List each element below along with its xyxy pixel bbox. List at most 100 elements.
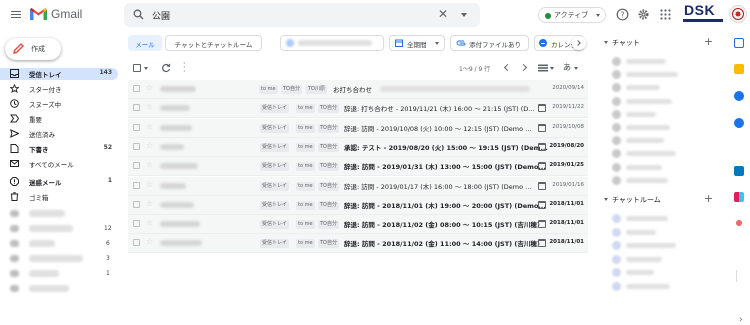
label-chip[interactable]: to me xyxy=(296,162,315,172)
sidebar-item[interactable]: 受信トレイ 143 xyxy=(0,68,118,80)
sidebar-item[interactable]: 重要 xyxy=(0,113,118,125)
input-tools-chevron-icon[interactable] xyxy=(574,67,578,70)
tasks-addon-icon[interactable] xyxy=(734,91,744,101)
row-checkbox[interactable] xyxy=(133,239,140,247)
keep-addon-icon[interactable] xyxy=(734,64,744,74)
sidebar-item[interactable]: スヌーズ中 xyxy=(0,98,118,110)
label-chip[interactable]: to me xyxy=(296,239,315,249)
search-bar[interactable]: 公園 ✕ xyxy=(124,3,480,27)
select-all-checkbox[interactable] xyxy=(133,64,141,72)
mail-row[interactable]: ☆ 受信トレイ to me TO自分 辞退: 打ち合わせ - 2019/11/21 (木… xyxy=(128,99,588,119)
search-options-icon[interactable] xyxy=(461,13,467,17)
label-chip[interactable]: TO自分 xyxy=(318,123,339,133)
label-chip[interactable]: to me xyxy=(296,142,315,152)
prev-page-icon[interactable] xyxy=(503,63,512,72)
gmail-logo-icon[interactable] xyxy=(30,8,47,20)
label-chip[interactable]: 受信トレイ xyxy=(260,200,290,210)
star-icon[interactable]: ☆ xyxy=(146,160,153,169)
settings-gear-icon[interactable] xyxy=(637,8,650,21)
label-item[interactable] xyxy=(29,255,83,262)
label-chip[interactable]: TO自分 xyxy=(318,104,339,114)
row-checkbox[interactable] xyxy=(133,85,140,92)
row-checkbox[interactable] xyxy=(133,162,140,170)
mail-row[interactable]: ☆ 受信トレイ to me TO自分 辞退: 訪問 - 2019/01/17 (木) 1… xyxy=(128,176,588,196)
filter-attachment-chip[interactable]: 添付ファイルあり xyxy=(450,35,529,51)
scroll-filters-right-button[interactable] xyxy=(572,36,586,50)
row-checkbox[interactable] xyxy=(133,200,140,208)
label-item[interactable] xyxy=(29,285,69,292)
label-chip[interactable]: to me xyxy=(296,104,315,114)
row-checkbox[interactable] xyxy=(133,220,140,228)
row-checkbox[interactable] xyxy=(133,104,140,112)
label-chip[interactable]: TO自分 xyxy=(318,239,339,249)
label-chip[interactable]: TO自分 xyxy=(318,162,339,172)
label-chip[interactable]: TO自分 xyxy=(318,142,339,152)
label-item[interactable] xyxy=(29,240,55,247)
expand-panel-icon[interactable]: › xyxy=(739,315,743,325)
row-checkbox[interactable] xyxy=(133,142,140,150)
sidebar-item[interactable]: すべてのメール xyxy=(0,158,118,170)
label-chip[interactable]: to me xyxy=(296,123,315,133)
more-actions-icon[interactable]: · · · xyxy=(183,60,186,76)
chat-collapse-icon[interactable] xyxy=(604,41,608,44)
star-icon[interactable]: ☆ xyxy=(146,83,153,92)
label-chip[interactable]: TO自分 xyxy=(318,200,339,210)
new-chat-plus-icon[interactable]: + xyxy=(704,35,713,48)
density-chevron-icon[interactable] xyxy=(550,67,554,70)
label-chip[interactable]: 受信トレイ xyxy=(260,181,290,191)
label-item[interactable] xyxy=(29,210,65,217)
mail-row[interactable]: ☆ 受信トレイ to me TO自分 辞退: 訪問 - 2018/11/01 (木) 1… xyxy=(128,195,588,215)
status-selector[interactable]: アクティブ xyxy=(538,7,606,23)
mail-row[interactable]: ☆ 受信トレイ to me TO自分 辞退: 訪問 - 2018/11/02 (金) 0… xyxy=(128,215,588,235)
mail-row[interactable]: ☆ 受信トレイ to me TO自分 承認: テスト - 2019/08/20 (火) … xyxy=(128,137,588,157)
label-item[interactable] xyxy=(29,270,59,277)
mail-row[interactable]: ☆ 受信トレイ to me TO自分 辞退: 訪問 - 2018/11/02 (金) 1… xyxy=(128,234,588,254)
label-chip[interactable]: to me xyxy=(296,220,315,230)
refresh-icon[interactable] xyxy=(161,63,171,73)
sidebar-item[interactable]: スター付き xyxy=(0,83,118,95)
label-chip[interactable]: 受信トレイ xyxy=(260,104,290,114)
tab-mail[interactable]: メール xyxy=(128,35,162,51)
clear-search-icon[interactable]: ✕ xyxy=(438,7,448,21)
new-room-plus-icon[interactable]: + xyxy=(704,192,713,205)
input-tools-label[interactable]: あ xyxy=(563,62,571,73)
mail-row[interactable]: ☆ to me TO自分 TO川原 お打ち合わせ 2020/09/14 xyxy=(128,80,588,99)
label-chip[interactable]: to me xyxy=(259,85,278,94)
star-icon[interactable]: ☆ xyxy=(146,237,153,246)
main-menu-icon[interactable] xyxy=(11,11,21,18)
label-chip[interactable]: 受信トレイ xyxy=(260,123,290,133)
tab-chat-rooms[interactable]: チャットとチャットルーム xyxy=(165,35,262,51)
compose-button[interactable]: 作成 xyxy=(5,38,61,60)
next-page-icon[interactable] xyxy=(519,63,528,72)
sidebar-item[interactable]: ゴミ箱 xyxy=(0,191,118,203)
select-menu-chevron-icon[interactable] xyxy=(144,67,148,70)
help-icon[interactable]: ? xyxy=(616,8,629,21)
rooms-collapse-icon[interactable] xyxy=(604,198,608,201)
mail-row[interactable]: ☆ 受信トレイ to me TO自分 辞退: 訪問 - 2019/10/08 (火) 1… xyxy=(128,118,588,138)
density-icon[interactable] xyxy=(538,64,548,72)
label-chip[interactable]: TO川原 xyxy=(306,85,327,94)
apps-grid-icon[interactable] xyxy=(659,8,672,21)
filter-from-chip[interactable] xyxy=(280,35,384,51)
label-chip[interactable]: TO自分 xyxy=(318,220,339,230)
label-chip[interactable]: TO自分 xyxy=(318,181,339,191)
star-icon[interactable]: ☆ xyxy=(146,141,153,150)
slack-addon-icon[interactable] xyxy=(734,192,744,202)
search-icon[interactable] xyxy=(133,9,144,20)
organization-logo[interactable]: DSK xyxy=(683,2,723,25)
row-checkbox[interactable] xyxy=(133,181,140,189)
label-chip[interactable]: 受信トレイ xyxy=(260,239,290,249)
label-chip[interactable]: 受信トレイ xyxy=(260,220,290,230)
label-chip[interactable]: 受信トレイ xyxy=(260,142,290,152)
star-icon[interactable]: ☆ xyxy=(146,199,153,208)
label-item[interactable] xyxy=(29,225,73,232)
label-chip[interactable]: to me xyxy=(296,181,315,191)
sidebar-item[interactable]: 下書き 52 xyxy=(0,143,118,155)
row-checkbox[interactable] xyxy=(133,123,140,131)
calendar-addon-icon[interactable] xyxy=(734,38,744,48)
label-chip[interactable]: TO自分 xyxy=(281,85,302,94)
sidebar-item[interactable]: 迷惑メール 1 xyxy=(0,176,118,188)
filter-period-chip[interactable]: 全期間 xyxy=(389,35,445,51)
label-chip[interactable]: to me xyxy=(296,200,315,210)
asana-addon-icon[interactable] xyxy=(734,218,744,228)
